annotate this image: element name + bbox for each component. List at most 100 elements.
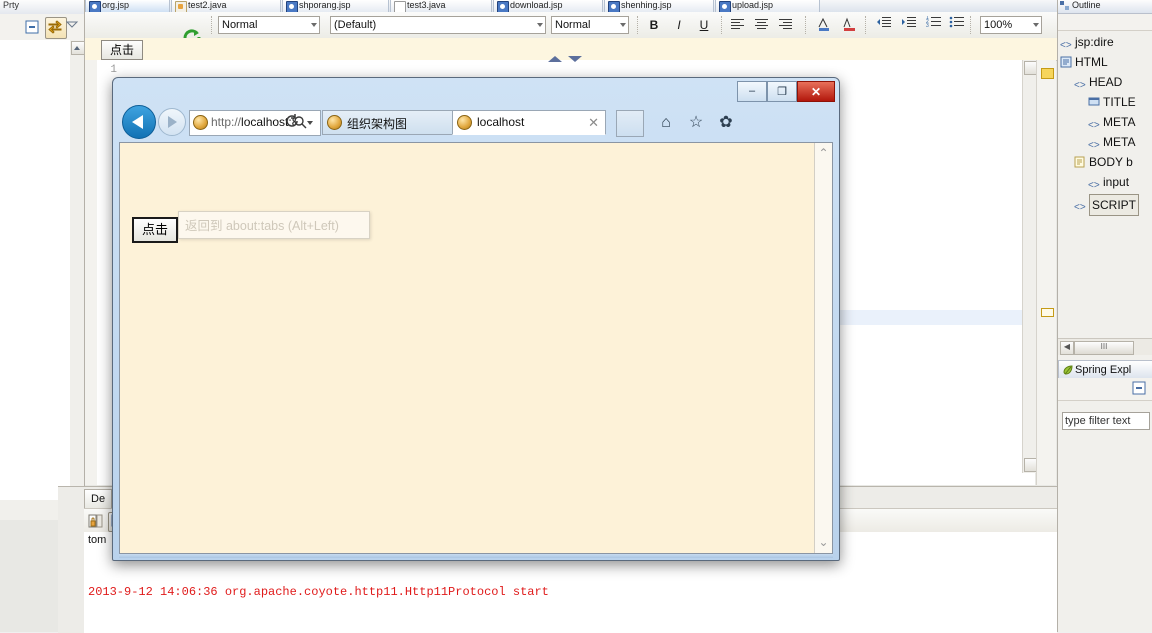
java-file-icon — [175, 1, 187, 12]
browser-tab-0[interactable]: 组织架构图 — [322, 110, 470, 135]
outline-item-label: HEAD — [1089, 72, 1122, 92]
editor-tab-3[interactable]: test3.java — [390, 0, 492, 12]
minimize-button[interactable]: – — [737, 81, 767, 102]
design-click-button[interactable]: 点击 — [101, 40, 143, 60]
address-text: http://localhost:8888, — [211, 115, 295, 129]
address-protocol: http:// — [211, 115, 241, 129]
restore-icon: ❐ — [768, 85, 796, 98]
align-center-button[interactable] — [755, 19, 768, 30]
console-log-lines: 2013-9-12 14:06:36 org.apache.coyote.htt… — [88, 550, 549, 633]
ie-favicon — [327, 115, 342, 130]
outline-item-label: HTML — [1075, 52, 1108, 72]
numbered-list-button[interactable]: 123 — [925, 16, 943, 34]
tab-outline[interactable]: Outline — [1058, 0, 1152, 14]
outline-tree[interactable]: <> jsp:dire HTML <> HEAD TITLE <> — [1058, 32, 1152, 332]
page-click-button[interactable]: 点击 — [132, 217, 178, 243]
svg-text:3: 3 — [926, 23, 929, 29]
new-tab-button[interactable] — [616, 110, 644, 137]
align-right-button[interactable] — [779, 19, 792, 30]
collapse-up-icon[interactable] — [548, 56, 562, 62]
font-style-select[interactable]: Normal — [551, 16, 629, 34]
body-icon — [1074, 156, 1086, 168]
editor-tab-label: test3.java — [407, 0, 446, 10]
italic-button[interactable]: I — [670, 16, 688, 34]
editor-vertical-scrollbar[interactable] — [1022, 60, 1037, 473]
decrease-indent-button[interactable] — [875, 16, 893, 34]
close-button[interactable]: ✕ — [797, 81, 835, 102]
editor-tab-0[interactable]: org.jsp — [85, 0, 170, 12]
scroll-down-chevron-icon[interactable]: ⌄ — [817, 536, 830, 549]
warning-marker[interactable] — [1041, 68, 1054, 79]
tab-spring-explorer-label: Spring Expl — [1075, 364, 1131, 376]
align-left-button[interactable] — [731, 19, 744, 30]
jsp-file-icon — [608, 1, 620, 12]
address-bar[interactable]: http://localhost:8888, — [189, 110, 321, 136]
outline-horizontal-scrollbar[interactable]: ◀ III — [1058, 338, 1152, 355]
bold-button[interactable]: B — [645, 16, 663, 34]
editor-tab-4[interactable]: download.jsp — [493, 0, 603, 12]
browser-content-area[interactable]: 返回到 about:tabs (Alt+Left) 点击 ⌃ ⌄ — [119, 142, 833, 554]
close-tab-icon[interactable]: ✕ — [588, 115, 599, 131]
link-with-editor-icon[interactable] — [45, 17, 67, 39]
ie-titlebar[interactable]: – ❐ ✕ — [113, 78, 839, 104]
left-panel-toolbar — [0, 14, 84, 41]
lock-console-icon[interactable] — [86, 512, 106, 530]
ie-favicon — [457, 115, 472, 130]
internet-explorer-window[interactable]: – ❐ ✕ http://localhost:8888, 组织架构图 — [112, 77, 840, 561]
web-page-body[interactable]: 返回到 about:tabs (Alt+Left) 点击 — [120, 143, 815, 553]
zoom-level-select[interactable]: 100% — [980, 16, 1042, 34]
editor-tab-2[interactable]: shporang.jsp — [282, 0, 389, 12]
editor-tab-6[interactable]: upload.jsp — [715, 0, 820, 12]
view-menu-icon[interactable] — [65, 17, 79, 37]
back-arrow-icon — [132, 115, 143, 129]
increase-indent-button[interactable] — [900, 16, 918, 34]
collapse-all-icon[interactable] — [22, 17, 42, 37]
editor-tab-label: test2.java — [188, 0, 227, 10]
left-panel-tabrow[interactable]: Prty — [0, 0, 84, 15]
font-family-value: (Default) — [334, 19, 376, 31]
refresh-icon[interactable] — [285, 113, 300, 133]
chevron-down-icon — [1033, 23, 1039, 27]
chevron-down-icon[interactable] — [307, 121, 313, 125]
title-icon — [1088, 96, 1100, 108]
page-vertical-scrollbar[interactable]: ⌃ ⌄ — [814, 143, 832, 553]
spring-filter-input[interactable]: type filter text — [1062, 412, 1150, 430]
editor-overview-ruler[interactable] — [1036, 60, 1056, 485]
favorites-star-icon[interactable]: ☆ — [683, 112, 709, 134]
scroll-up-chevron-icon[interactable]: ⌃ — [817, 147, 830, 160]
ie-favicon — [193, 115, 208, 130]
restore-button[interactable]: ❐ — [767, 81, 797, 102]
html-doc-icon — [1060, 56, 1072, 68]
scroll-left-arrow-icon[interactable]: ◀ — [1060, 341, 1074, 355]
console-tab[interactable]: De — [84, 489, 112, 508]
font-family-select[interactable]: (Default) — [330, 16, 546, 34]
text-color-icon[interactable] — [815, 16, 833, 34]
ie-command-icons: ⌂ ☆ ✿ — [653, 112, 763, 134]
paragraph-style-select[interactable]: Normal — [218, 16, 320, 34]
outline-item-label: SCRIPT — [1089, 194, 1139, 216]
left-panel-scrollbar[interactable] — [70, 40, 84, 500]
outline-item-label: input — [1103, 172, 1129, 192]
highlight-color-icon[interactable] — [840, 16, 858, 34]
browser-tab-label: 组织架构图 — [347, 115, 407, 132]
tab-spring-explorer[interactable]: Spring Expl — [1058, 360, 1152, 378]
settings-gear-icon[interactable]: ✿ — [713, 112, 739, 134]
browser-tab-1[interactable]: localhost ✕ — [452, 110, 606, 135]
scrollbar-thumb[interactable]: III — [1074, 341, 1134, 355]
scroll-up-arrow-icon[interactable] — [71, 41, 85, 55]
back-button[interactable] — [122, 105, 156, 139]
home-icon[interactable]: ⌂ — [653, 112, 679, 134]
expand-down-icon[interactable] — [568, 56, 582, 62]
bulleted-list-button[interactable] — [948, 16, 966, 34]
editor-tab-1[interactable]: test2.java — [171, 0, 281, 12]
collapse-all-icon[interactable] — [1131, 380, 1147, 396]
back-button-tooltip: 返回到 about:tabs (Alt+Left) — [178, 211, 370, 239]
occurrence-marker[interactable] — [1041, 308, 1054, 317]
forward-button[interactable] — [158, 108, 186, 136]
jsp-file-icon — [286, 1, 298, 12]
underline-button[interactable]: U — [695, 16, 713, 34]
editor-split-controls[interactable] — [548, 53, 592, 65]
console-server-label: tom — [88, 534, 106, 546]
editor-tab-5[interactable]: shenhing.jsp — [604, 0, 714, 12]
tag-icon: <> — [1088, 136, 1100, 148]
